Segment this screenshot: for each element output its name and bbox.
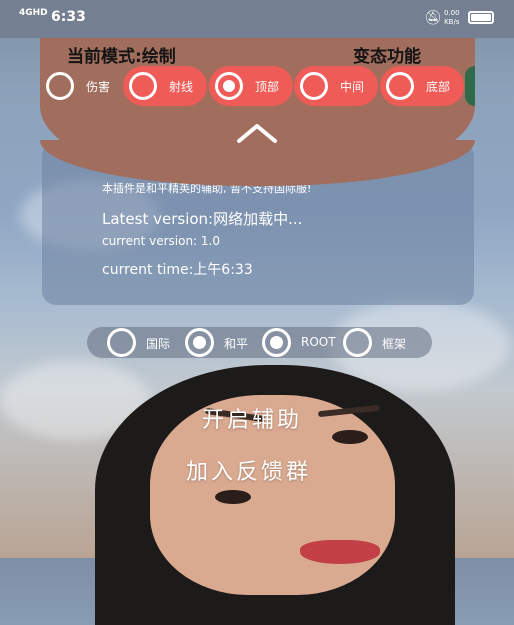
server-option-label: ROOT xyxy=(301,335,336,349)
background-photo-lips xyxy=(300,540,380,564)
join-feedback-group-button[interactable]: 加入反馈群 xyxy=(186,454,311,486)
background-photo-eye xyxy=(215,490,251,504)
current-mode-label: 当前模式:绘制 xyxy=(67,47,176,67)
current-version-text: current version: 1.0 xyxy=(102,234,220,248)
mode-option-label: 中间 xyxy=(340,80,365,94)
mode-option-label: 顶部 xyxy=(255,80,280,94)
radio-icon xyxy=(46,72,74,100)
status-time: 6:33 xyxy=(51,9,86,25)
server-option-label: 和平 xyxy=(224,337,249,351)
morph-function-button[interactable]: 变态功能 xyxy=(353,42,421,67)
server-option-international[interactable]: 国际 xyxy=(107,327,177,358)
collapse-chevron-up-icon[interactable] xyxy=(235,121,279,145)
network-indicator: 4GHD xyxy=(19,8,48,18)
mode-option-ray[interactable]: 射线 xyxy=(123,66,207,106)
mode-option-overflow[interactable] xyxy=(465,66,475,106)
radio-icon xyxy=(300,72,328,100)
mode-option-damage[interactable]: 伤害 xyxy=(40,66,124,106)
mode-option-label: 伤害 xyxy=(86,80,111,94)
radio-selected-icon xyxy=(262,328,291,357)
enable-assist-button[interactable]: 开启辅助 xyxy=(202,402,302,434)
server-option-root[interactable]: ROOT xyxy=(262,327,342,358)
radio-selected-icon xyxy=(215,72,243,100)
battery-icon xyxy=(468,11,494,24)
server-option-framework[interactable]: 框架 xyxy=(343,327,418,358)
radio-icon xyxy=(386,72,414,100)
mute-icon: 🔕︎ xyxy=(424,10,442,26)
latest-version-text: Latest version:网络加载中... xyxy=(102,210,303,228)
mode-option-label: 底部 xyxy=(426,80,451,94)
radio-icon xyxy=(129,72,157,100)
mode-option-middle[interactable]: 中间 xyxy=(294,66,378,106)
server-option-label: 国际 xyxy=(146,337,171,351)
server-selector: 国际 和平 ROOT 框架 xyxy=(87,327,432,358)
network-speed: 0.00 KB/s xyxy=(444,9,460,27)
mode-option-top[interactable]: 顶部 xyxy=(209,66,293,106)
server-option-label: 框架 xyxy=(382,337,407,351)
server-option-peace[interactable]: 和平 xyxy=(185,327,255,358)
radio-icon xyxy=(107,328,136,357)
mode-option-label: 射线 xyxy=(169,80,194,94)
background-photo-eye xyxy=(332,430,368,444)
speed-unit: KB/s xyxy=(444,18,460,26)
radio-icon xyxy=(343,328,372,357)
current-time-text: current time:上午6:33 xyxy=(102,262,253,278)
speed-value: 0.00 xyxy=(444,9,460,17)
mode-option-bottom[interactable]: 底部 xyxy=(380,66,464,106)
status-bar: 4GHD 6:33 🔕︎ 0.00 KB/s xyxy=(0,0,514,38)
radio-selected-icon xyxy=(185,328,214,357)
